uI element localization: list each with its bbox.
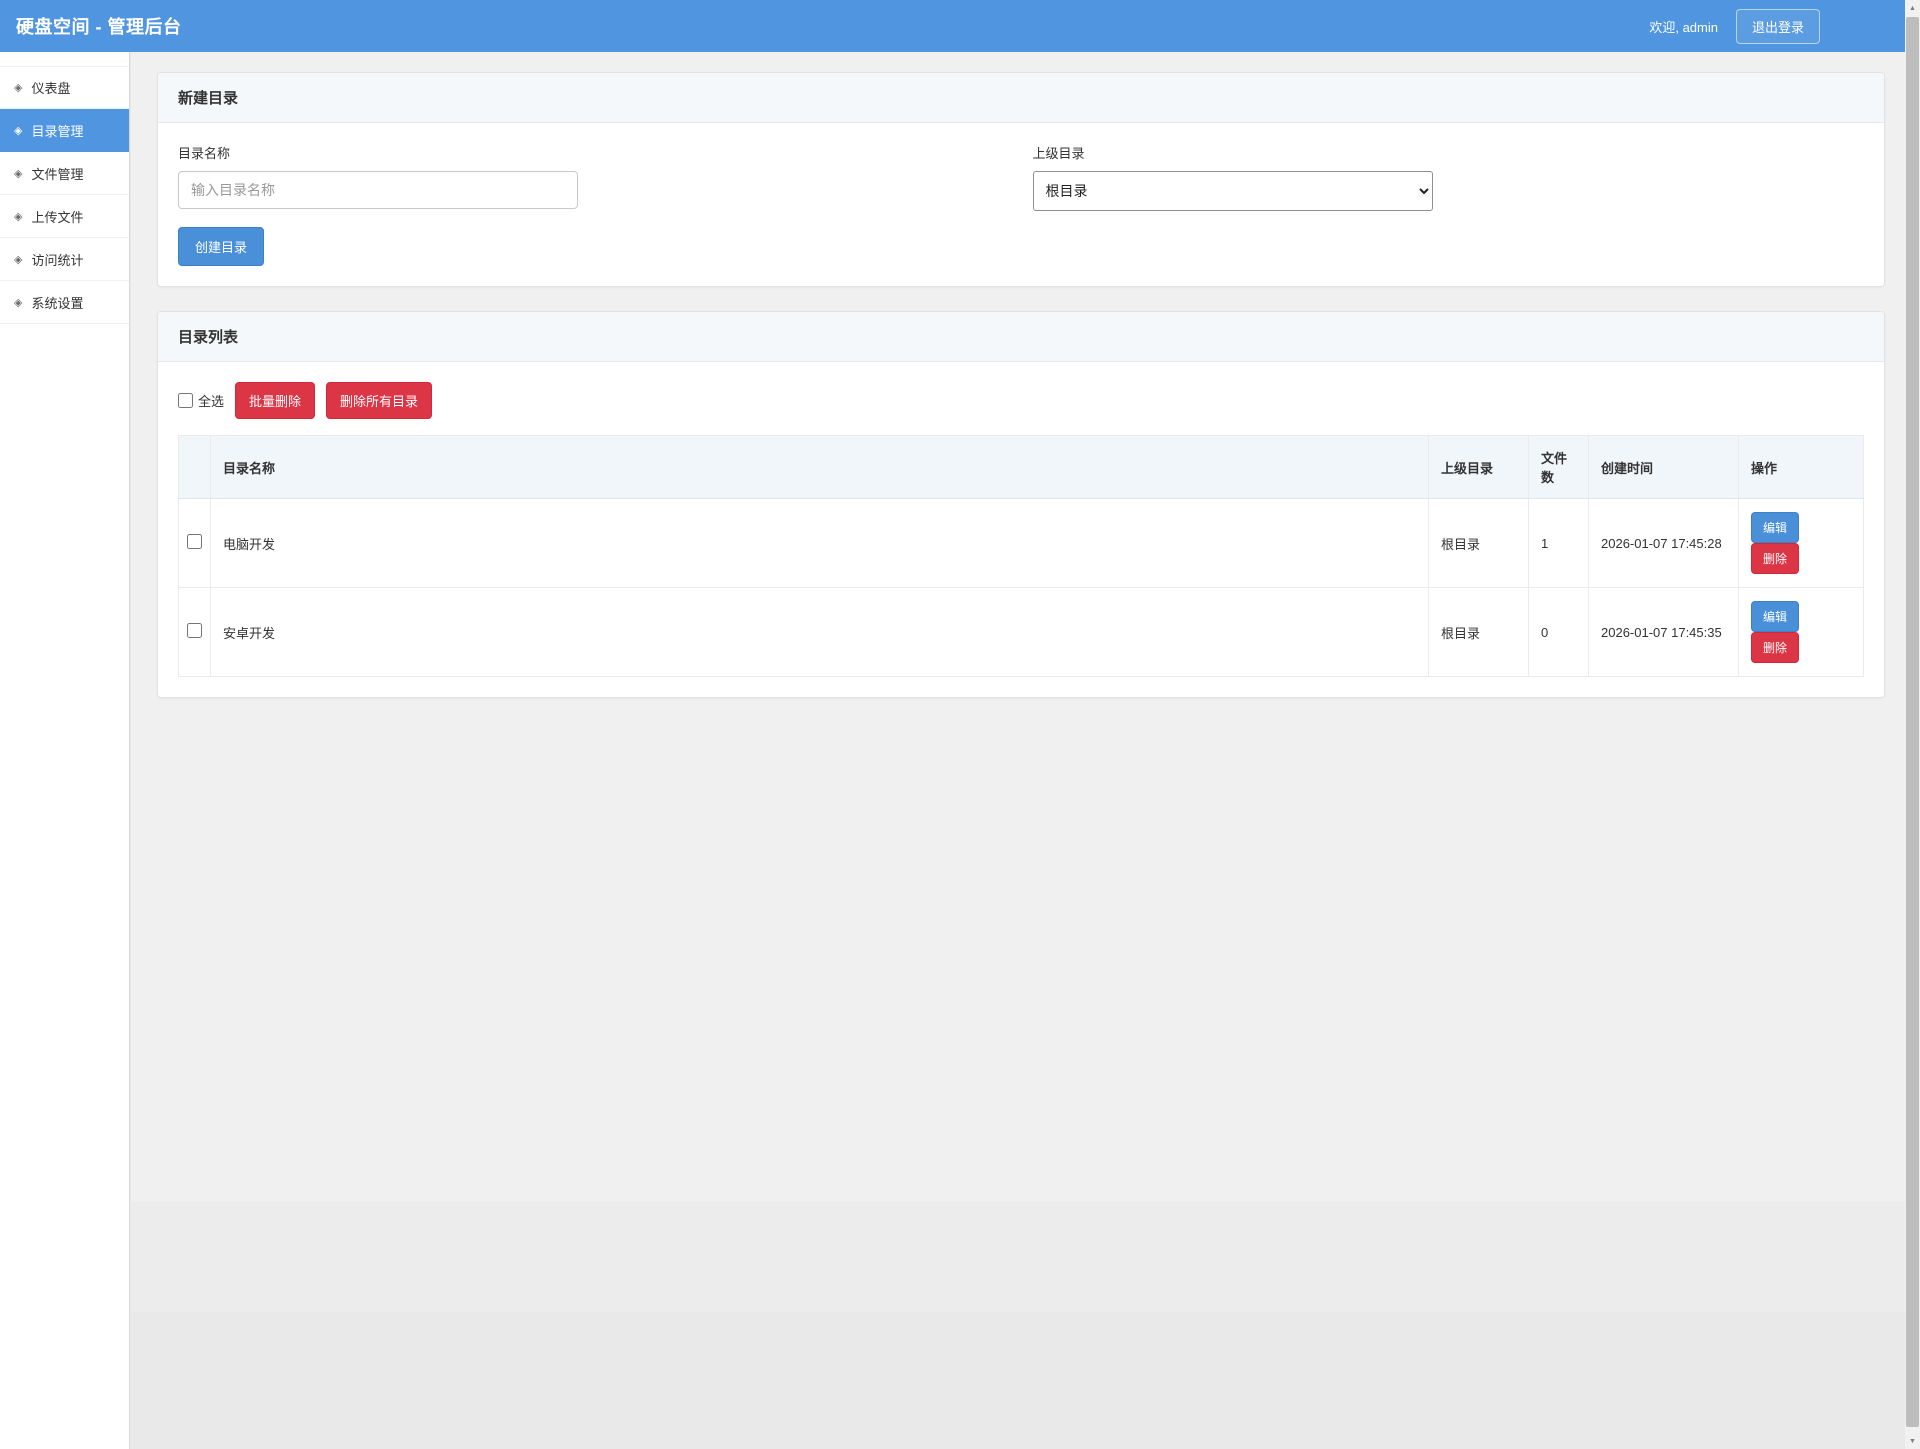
sidebar-item[interactable]: ◈ 目录管理 (0, 109, 129, 152)
sidebar-item-label: 目录管理 (31, 121, 83, 140)
sidebar-item-label: 仪表盘 (31, 78, 70, 97)
header-dir-name: 目录名称 (211, 436, 1429, 499)
diamond-icon: ◈ (14, 253, 22, 266)
dir-name-field-group: 目录名称 (178, 143, 1010, 211)
edit-button[interactable]: 编辑 (1751, 601, 1799, 632)
welcome-text: 欢迎, admin (1649, 17, 1718, 36)
sidebar-item[interactable]: ◈ 系统设置 (0, 281, 129, 324)
scroll-up-icon[interactable]: ▲ (1905, 0, 1920, 16)
actions-cell: 编辑删除 (1739, 499, 1864, 588)
diamond-icon: ◈ (14, 167, 22, 180)
edit-button[interactable]: 编辑 (1751, 512, 1799, 543)
table-row: 安卓开发根目录02026-01-07 17:45:35编辑删除 (179, 588, 1864, 677)
select-all-label: 全选 (198, 391, 224, 410)
row-checkbox[interactable] (187, 534, 202, 549)
created-time-cell: 2026-01-07 17:45:35 (1589, 588, 1739, 677)
dir-name-cell: 电脑开发 (211, 499, 1429, 588)
new-directory-panel: 新建目录 目录名称 上级目录 根目录 创建目录 (157, 72, 1885, 287)
delete-button[interactable]: 删除 (1751, 543, 1799, 574)
top-bar: 硬盘空间 - 管理后台 欢迎, admin 退出登录 (0, 0, 1920, 52)
dir-name-input[interactable] (178, 171, 578, 209)
delete-all-button[interactable]: 删除所有目录 (326, 382, 432, 419)
file-count-cell: 1 (1529, 499, 1589, 588)
diamond-icon: ◈ (14, 296, 22, 309)
panel-title-new-directory: 新建目录 (158, 73, 1884, 123)
diamond-icon: ◈ (14, 124, 22, 137)
create-directory-button[interactable]: 创建目录 (178, 227, 264, 266)
diamond-icon: ◈ (14, 81, 22, 94)
new-directory-form: 目录名称 上级目录 根目录 创建目录 (158, 123, 1884, 286)
header-file-count: 文件数 (1529, 436, 1589, 499)
table-header-row: 目录名称 上级目录 文件数 创建时间 操作 (179, 436, 1864, 499)
sidebar-item[interactable]: ◈ 文件管理 (0, 152, 129, 195)
parent-dir-cell: 根目录 (1429, 588, 1529, 677)
directory-list-panel: 目录列表 全选 批量删除 删除所有目录 目录名称 上级目录 文件数 创建时间 (157, 311, 1885, 698)
select-all-control: 全选 (178, 391, 224, 410)
select-all-checkbox[interactable] (178, 393, 193, 408)
sidebar-item[interactable]: ◈ 上传文件 (0, 195, 129, 238)
panel-title-directory-list: 目录列表 (158, 312, 1884, 362)
header-created-time: 创建时间 (1589, 436, 1739, 499)
directory-list-body: 全选 批量删除 删除所有目录 目录名称 上级目录 文件数 创建时间 操作 电脑开 (158, 362, 1884, 697)
sidebar-item[interactable]: ◈ 访问统计 (0, 238, 129, 281)
logout-button[interactable]: 退出登录 (1736, 9, 1820, 44)
dir-name-label: 目录名称 (178, 143, 1010, 162)
delete-button[interactable]: 删除 (1751, 632, 1799, 663)
dir-name-cell: 安卓开发 (211, 588, 1429, 677)
parent-dir-cell: 根目录 (1429, 499, 1529, 588)
sidebar-item-label: 系统设置 (31, 293, 83, 312)
created-time-cell: 2026-01-07 17:45:28 (1589, 499, 1739, 588)
sidebar-item[interactable]: ◈ 仪表盘 (0, 66, 129, 109)
batch-delete-button[interactable]: 批量删除 (235, 382, 315, 419)
app-title: 硬盘空间 - 管理后台 (16, 13, 182, 39)
file-count-cell: 0 (1529, 588, 1589, 677)
header-parent-dir: 上级目录 (1429, 436, 1529, 499)
vertical-scrollbar[interactable]: ▲ ▼ (1905, 0, 1920, 1449)
sidebar: ◈ 仪表盘 ◈ 目录管理 ◈ 文件管理 ◈ 上传文件 ◈ 访问统计 ◈ 系统设置 (0, 52, 130, 1449)
parent-dir-label: 上级目录 (1033, 143, 1865, 162)
list-toolbar: 全选 批量删除 删除所有目录 (178, 382, 1864, 419)
actions-cell: 编辑删除 (1739, 588, 1864, 677)
parent-dir-select[interactable]: 根目录 (1033, 171, 1433, 211)
header-actions: 操作 (1739, 436, 1864, 499)
main-content: 新建目录 目录名称 上级目录 根目录 创建目录 目录列表 (131, 52, 1905, 1449)
row-checkbox-cell (179, 499, 211, 588)
directory-table-body: 电脑开发根目录12026-01-07 17:45:28编辑删除安卓开发根目录02… (179, 499, 1864, 677)
row-checkbox-cell (179, 588, 211, 677)
sidebar-item-label: 上传文件 (31, 207, 83, 226)
scrollbar-thumb[interactable] (1906, 17, 1919, 1427)
scroll-down-icon[interactable]: ▼ (1905, 1433, 1920, 1449)
parent-dir-field-group: 上级目录 根目录 (1010, 143, 1865, 211)
top-bar-right: 欢迎, admin 退出登录 (1649, 9, 1820, 44)
diamond-icon: ◈ (14, 210, 22, 223)
directory-table: 目录名称 上级目录 文件数 创建时间 操作 电脑开发根目录12026-01-07… (178, 435, 1864, 677)
row-checkbox[interactable] (187, 623, 202, 638)
header-checkbox-cell (179, 436, 211, 499)
sidebar-menu: ◈ 仪表盘 ◈ 目录管理 ◈ 文件管理 ◈ 上传文件 ◈ 访问统计 ◈ 系统设置 (0, 66, 129, 324)
table-row: 电脑开发根目录12026-01-07 17:45:28编辑删除 (179, 499, 1864, 588)
sidebar-item-label: 访问统计 (31, 250, 83, 269)
sidebar-item-label: 文件管理 (31, 164, 83, 183)
